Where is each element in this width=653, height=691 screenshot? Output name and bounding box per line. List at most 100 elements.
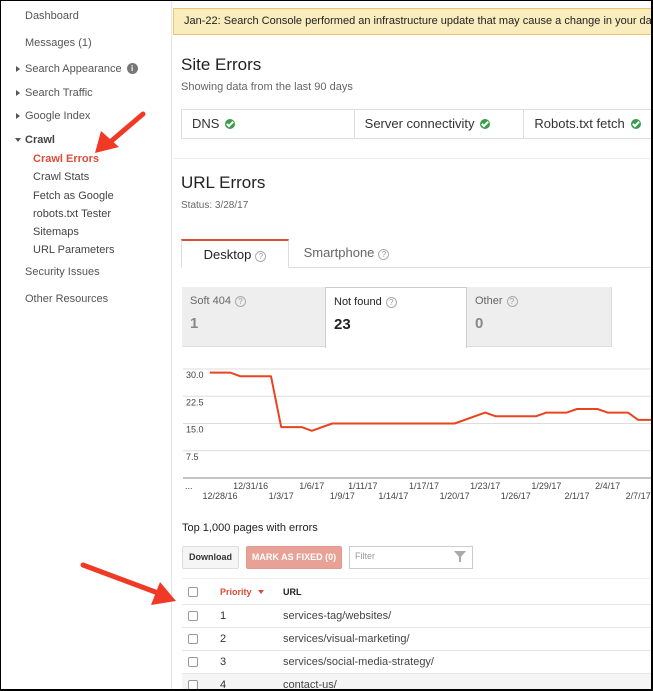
x-tick-label: 1/26/17 <box>501 491 531 501</box>
x-tick-label: 1/23/17 <box>470 481 500 491</box>
row-checkbox[interactable] <box>188 680 198 689</box>
not-found-series-line <box>209 371 651 432</box>
sort-desc-icon <box>257 590 264 594</box>
x-tick-label: 1/29/17 <box>531 481 561 491</box>
help-icon[interactable]: ? <box>506 296 518 307</box>
sidebar-item-label: Google Index <box>25 110 91 122</box>
row-checkbox[interactable] <box>188 611 198 621</box>
sidebar-item-search-traffic[interactable]: Search Traffic <box>16 87 93 99</box>
help-icon[interactable]: ? <box>378 249 390 260</box>
banner-text: Jan-22: Search Console performed an infr… <box>184 15 651 27</box>
priority-cell: 1 <box>220 610 227 622</box>
pages-heading: Top 1,000 pages with errors <box>182 522 318 534</box>
help-icon[interactable]: ? <box>385 297 397 308</box>
sidebar-item-search-appearance[interactable]: Search Appearance i <box>16 63 138 75</box>
device-tabs: Desktop? Smartphone? <box>181 239 651 268</box>
filter-icon[interactable] <box>454 551 466 562</box>
server-connectivity-status[interactable]: Server connectivity <box>355 110 525 138</box>
sidebar-item-crawl[interactable]: Crawl <box>15 134 55 146</box>
mark-as-fixed-button[interactable]: MARK AS FIXED (0) <box>246 546 342 569</box>
x-tick-label: 1/11/17 <box>348 481 377 491</box>
url-cell[interactable]: services/visual-marketing/ <box>283 628 410 650</box>
card-count: 23 <box>334 316 351 333</box>
sidebar-item-url-parameters[interactable]: URL Parameters <box>33 244 115 256</box>
x-tick-label: 2/1/17 <box>564 491 589 501</box>
table-header: Priority URL <box>182 578 651 605</box>
sidebar-item-label: Search Traffic <box>25 87 93 99</box>
card-label: Not found <box>334 296 382 308</box>
expand-arrow-icon[interactable] <box>16 113 20 119</box>
x-tick-label: 1/14/17 <box>378 491 408 501</box>
priority-label: Priority <box>220 587 252 597</box>
tab-smartphone[interactable]: Smartphone? <box>289 239 404 268</box>
card-label: Other <box>475 295 503 307</box>
robots-fetch-label: Robots.txt fetch <box>534 116 625 131</box>
sidebar-item-dashboard[interactable]: Dashboard <box>25 10 79 22</box>
divider <box>173 158 651 159</box>
dns-label: DNS <box>192 116 220 131</box>
help-icon[interactable]: ? <box>234 296 246 307</box>
card-soft-404[interactable]: Soft 404? 1 <box>182 287 325 347</box>
priority-cell: 3 <box>220 656 227 668</box>
x-tick-label: 2/7/17 <box>626 491 651 501</box>
tab-desktop[interactable]: Desktop? <box>181 239 289 268</box>
sidebar-item-google-index[interactable]: Google Index <box>16 110 91 122</box>
x-tick-label: 1/17/17 <box>409 481 439 491</box>
x-tick-label: ... <box>185 481 193 491</box>
sidebar-item-crawl-stats[interactable]: Crawl Stats <box>33 171 89 183</box>
y-tick-label: 7.5 <box>186 452 199 462</box>
url-cell[interactable]: services/social-media-strategy/ <box>283 651 434 673</box>
sidebar-item-other-resources[interactable]: Other Resources <box>25 293 108 305</box>
tab-label: Smartphone <box>303 245 375 260</box>
dns-status[interactable]: DNS <box>182 110 355 138</box>
row-checkbox[interactable] <box>188 657 198 667</box>
x-tick-label: 1/3/17 <box>269 491 294 501</box>
priority-cell: 2 <box>220 633 227 645</box>
card-label: Soft 404 <box>190 295 231 307</box>
sidebar-item-label: Search Appearance <box>25 63 122 75</box>
y-tick-label: 22.5 <box>186 397 204 407</box>
url-errors-status: Status: 3/28/17 <box>181 200 249 211</box>
sidebar-item-messages[interactable]: Messages (1) <box>25 37 92 49</box>
site-status-bar: DNS Server connectivity Robots.txt fetch <box>181 109 651 139</box>
info-icon[interactable]: i <box>126 63 138 74</box>
table-row[interactable]: 4 contact-us/ <box>182 674 651 689</box>
filter-input[interactable]: Filter <box>349 546 473 569</box>
check-icon <box>225 119 236 129</box>
robots-fetch-status[interactable]: Robots.txt fetch <box>524 110 651 138</box>
tab-label: Desktop <box>203 247 252 262</box>
sidebar-item-sitemaps[interactable]: Sitemaps <box>33 226 79 238</box>
card-not-found[interactable]: Not found? 23 <box>325 287 467 348</box>
notice-banner: Jan-22: Search Console performed an infr… <box>173 8 651 35</box>
errors-table: Priority URL 1 services-tag/websites/ 2 se… <box>182 578 651 689</box>
url-column-header[interactable]: URL <box>283 579 302 605</box>
help-icon[interactable]: ? <box>255 251 267 262</box>
sidebar-item-crawl-errors[interactable]: Crawl Errors <box>33 153 99 165</box>
x-tick-label: 1/20/17 <box>440 491 470 501</box>
filter-placeholder: Filter <box>355 551 375 561</box>
card-count: 0 <box>475 315 484 332</box>
row-checkbox[interactable] <box>188 634 198 644</box>
sidebar-item-robots-tester[interactable]: robots.txt Tester <box>33 208 111 220</box>
collapse-arrow-icon[interactable] <box>15 138 21 142</box>
url-errors-title: URL Errors <box>181 173 266 192</box>
sidebar-item-label: Crawl <box>25 134 55 146</box>
table-row[interactable]: 3 services/social-media-strategy/ <box>182 651 651 674</box>
sidebar-item-fetch-as-google[interactable]: Fetch as Google <box>33 190 114 202</box>
url-cell[interactable]: services-tag/websites/ <box>283 605 391 627</box>
errors-line-chart: 30.022.515.07.5... 12/31/16 1/6/17 1/11/17 1… <box>183 368 651 501</box>
y-tick-label: 30.0 <box>186 370 204 380</box>
table-row[interactable]: 2 services/visual-marketing/ <box>182 628 651 651</box>
sidebar-item-security-issues[interactable]: Security Issues <box>25 266 100 278</box>
card-other[interactable]: Other? 0 <box>467 287 612 347</box>
x-tick-label: 1/9/17 <box>330 491 355 501</box>
expand-arrow-icon[interactable] <box>16 66 20 72</box>
expand-arrow-icon[interactable] <box>16 90 20 96</box>
priority-column-header[interactable]: Priority <box>220 579 264 605</box>
x-tick-label: 12/28/16 <box>202 491 237 501</box>
x-tick-label: 12/31/16 <box>233 481 268 491</box>
url-cell[interactable]: contact-us/ <box>283 674 337 689</box>
select-all-checkbox[interactable] <box>188 587 198 597</box>
download-button[interactable]: Download <box>182 546 239 569</box>
table-row[interactable]: 1 services-tag/websites/ <box>182 605 651 628</box>
